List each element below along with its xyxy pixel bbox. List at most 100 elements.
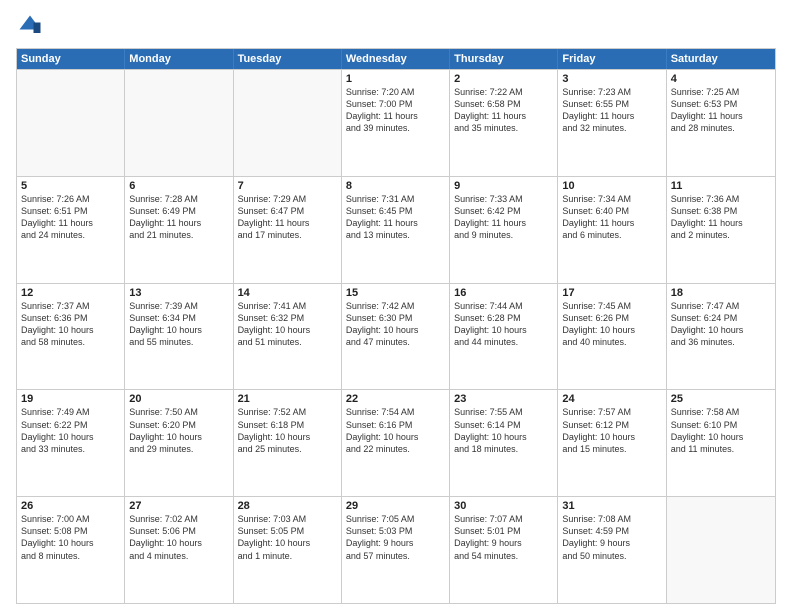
calendar-cell: 28Sunrise: 7:03 AM Sunset: 5:05 PM Dayli…: [234, 497, 342, 603]
cell-info: Sunrise: 7:54 AM Sunset: 6:16 PM Dayligh…: [346, 406, 445, 455]
calendar-cell: 14Sunrise: 7:41 AM Sunset: 6:32 PM Dayli…: [234, 284, 342, 390]
cell-info: Sunrise: 7:00 AM Sunset: 5:08 PM Dayligh…: [21, 513, 120, 562]
calendar-cell: 30Sunrise: 7:07 AM Sunset: 5:01 PM Dayli…: [450, 497, 558, 603]
day-number: 21: [238, 393, 337, 405]
calendar-row-4: 26Sunrise: 7:00 AM Sunset: 5:08 PM Dayli…: [17, 496, 775, 603]
calendar-body: 1Sunrise: 7:20 AM Sunset: 7:00 PM Daylig…: [17, 69, 775, 603]
day-number: 14: [238, 287, 337, 299]
header-cell-friday: Friday: [558, 49, 666, 69]
day-number: 13: [129, 287, 228, 299]
calendar-cell: 3Sunrise: 7:23 AM Sunset: 6:55 PM Daylig…: [558, 70, 666, 176]
day-number: 23: [454, 393, 553, 405]
cell-info: Sunrise: 7:58 AM Sunset: 6:10 PM Dayligh…: [671, 406, 771, 455]
header-cell-thursday: Thursday: [450, 49, 558, 69]
logo: [16, 12, 46, 40]
header-cell-tuesday: Tuesday: [234, 49, 342, 69]
day-number: 15: [346, 287, 445, 299]
cell-info: Sunrise: 7:55 AM Sunset: 6:14 PM Dayligh…: [454, 406, 553, 455]
calendar-row-3: 19Sunrise: 7:49 AM Sunset: 6:22 PM Dayli…: [17, 389, 775, 496]
cell-info: Sunrise: 7:23 AM Sunset: 6:55 PM Dayligh…: [562, 86, 661, 135]
cell-info: Sunrise: 7:28 AM Sunset: 6:49 PM Dayligh…: [129, 193, 228, 242]
calendar-cell: [667, 497, 775, 603]
calendar-cell: 12Sunrise: 7:37 AM Sunset: 6:36 PM Dayli…: [17, 284, 125, 390]
day-number: 25: [671, 393, 771, 405]
cell-info: Sunrise: 7:33 AM Sunset: 6:42 PM Dayligh…: [454, 193, 553, 242]
calendar-cell: 21Sunrise: 7:52 AM Sunset: 6:18 PM Dayli…: [234, 390, 342, 496]
calendar-cell: 10Sunrise: 7:34 AM Sunset: 6:40 PM Dayli…: [558, 177, 666, 283]
day-number: 31: [562, 500, 661, 512]
day-number: 18: [671, 287, 771, 299]
day-number: 29: [346, 500, 445, 512]
cell-info: Sunrise: 7:02 AM Sunset: 5:06 PM Dayligh…: [129, 513, 228, 562]
day-number: 26: [21, 500, 120, 512]
calendar-cell: 5Sunrise: 7:26 AM Sunset: 6:51 PM Daylig…: [17, 177, 125, 283]
calendar-cell: [17, 70, 125, 176]
calendar-row-2: 12Sunrise: 7:37 AM Sunset: 6:36 PM Dayli…: [17, 283, 775, 390]
cell-info: Sunrise: 7:47 AM Sunset: 6:24 PM Dayligh…: [671, 300, 771, 349]
day-number: 11: [671, 180, 771, 192]
cell-info: Sunrise: 7:05 AM Sunset: 5:03 PM Dayligh…: [346, 513, 445, 562]
calendar-cell: 23Sunrise: 7:55 AM Sunset: 6:14 PM Dayli…: [450, 390, 558, 496]
day-number: 27: [129, 500, 228, 512]
day-number: 4: [671, 73, 771, 85]
calendar-cell: 29Sunrise: 7:05 AM Sunset: 5:03 PM Dayli…: [342, 497, 450, 603]
day-number: 22: [346, 393, 445, 405]
cell-info: Sunrise: 7:22 AM Sunset: 6:58 PM Dayligh…: [454, 86, 553, 135]
calendar-cell: 31Sunrise: 7:08 AM Sunset: 4:59 PM Dayli…: [558, 497, 666, 603]
cell-info: Sunrise: 7:20 AM Sunset: 7:00 PM Dayligh…: [346, 86, 445, 135]
cell-info: Sunrise: 7:44 AM Sunset: 6:28 PM Dayligh…: [454, 300, 553, 349]
day-number: 5: [21, 180, 120, 192]
calendar-row-0: 1Sunrise: 7:20 AM Sunset: 7:00 PM Daylig…: [17, 69, 775, 176]
day-number: 30: [454, 500, 553, 512]
day-number: 17: [562, 287, 661, 299]
day-number: 1: [346, 73, 445, 85]
page-header: [16, 12, 776, 40]
calendar-cell: 22Sunrise: 7:54 AM Sunset: 6:16 PM Dayli…: [342, 390, 450, 496]
cell-info: Sunrise: 7:45 AM Sunset: 6:26 PM Dayligh…: [562, 300, 661, 349]
header-cell-saturday: Saturday: [667, 49, 775, 69]
cell-info: Sunrise: 7:26 AM Sunset: 6:51 PM Dayligh…: [21, 193, 120, 242]
calendar: SundayMondayTuesdayWednesdayThursdayFrid…: [16, 48, 776, 604]
day-number: 20: [129, 393, 228, 405]
day-number: 2: [454, 73, 553, 85]
cell-info: Sunrise: 7:49 AM Sunset: 6:22 PM Dayligh…: [21, 406, 120, 455]
cell-info: Sunrise: 7:29 AM Sunset: 6:47 PM Dayligh…: [238, 193, 337, 242]
day-number: 19: [21, 393, 120, 405]
calendar-row-1: 5Sunrise: 7:26 AM Sunset: 6:51 PM Daylig…: [17, 176, 775, 283]
calendar-cell: 8Sunrise: 7:31 AM Sunset: 6:45 PM Daylig…: [342, 177, 450, 283]
calendar-cell: 24Sunrise: 7:57 AM Sunset: 6:12 PM Dayli…: [558, 390, 666, 496]
calendar-cell: 17Sunrise: 7:45 AM Sunset: 6:26 PM Dayli…: [558, 284, 666, 390]
cell-info: Sunrise: 7:08 AM Sunset: 4:59 PM Dayligh…: [562, 513, 661, 562]
calendar-cell: 11Sunrise: 7:36 AM Sunset: 6:38 PM Dayli…: [667, 177, 775, 283]
calendar-cell: 20Sunrise: 7:50 AM Sunset: 6:20 PM Dayli…: [125, 390, 233, 496]
calendar-cell: 4Sunrise: 7:25 AM Sunset: 6:53 PM Daylig…: [667, 70, 775, 176]
calendar-cell: 7Sunrise: 7:29 AM Sunset: 6:47 PM Daylig…: [234, 177, 342, 283]
calendar-cell: 15Sunrise: 7:42 AM Sunset: 6:30 PM Dayli…: [342, 284, 450, 390]
day-number: 7: [238, 180, 337, 192]
cell-info: Sunrise: 7:52 AM Sunset: 6:18 PM Dayligh…: [238, 406, 337, 455]
day-number: 24: [562, 393, 661, 405]
calendar-cell: 27Sunrise: 7:02 AM Sunset: 5:06 PM Dayli…: [125, 497, 233, 603]
cell-info: Sunrise: 7:41 AM Sunset: 6:32 PM Dayligh…: [238, 300, 337, 349]
cell-info: Sunrise: 7:42 AM Sunset: 6:30 PM Dayligh…: [346, 300, 445, 349]
cell-info: Sunrise: 7:50 AM Sunset: 6:20 PM Dayligh…: [129, 406, 228, 455]
logo-icon: [16, 12, 44, 40]
cell-info: Sunrise: 7:39 AM Sunset: 6:34 PM Dayligh…: [129, 300, 228, 349]
cell-info: Sunrise: 7:37 AM Sunset: 6:36 PM Dayligh…: [21, 300, 120, 349]
calendar-cell: 19Sunrise: 7:49 AM Sunset: 6:22 PM Dayli…: [17, 390, 125, 496]
day-number: 12: [21, 287, 120, 299]
calendar-cell: [125, 70, 233, 176]
cell-info: Sunrise: 7:34 AM Sunset: 6:40 PM Dayligh…: [562, 193, 661, 242]
calendar-cell: 9Sunrise: 7:33 AM Sunset: 6:42 PM Daylig…: [450, 177, 558, 283]
calendar-cell: 26Sunrise: 7:00 AM Sunset: 5:08 PM Dayli…: [17, 497, 125, 603]
day-number: 9: [454, 180, 553, 192]
day-number: 10: [562, 180, 661, 192]
day-number: 6: [129, 180, 228, 192]
cell-info: Sunrise: 7:25 AM Sunset: 6:53 PM Dayligh…: [671, 86, 771, 135]
day-number: 8: [346, 180, 445, 192]
header-cell-sunday: Sunday: [17, 49, 125, 69]
calendar-cell: 6Sunrise: 7:28 AM Sunset: 6:49 PM Daylig…: [125, 177, 233, 283]
calendar-cell: 16Sunrise: 7:44 AM Sunset: 6:28 PM Dayli…: [450, 284, 558, 390]
calendar-cell: 25Sunrise: 7:58 AM Sunset: 6:10 PM Dayli…: [667, 390, 775, 496]
calendar-cell: 1Sunrise: 7:20 AM Sunset: 7:00 PM Daylig…: [342, 70, 450, 176]
